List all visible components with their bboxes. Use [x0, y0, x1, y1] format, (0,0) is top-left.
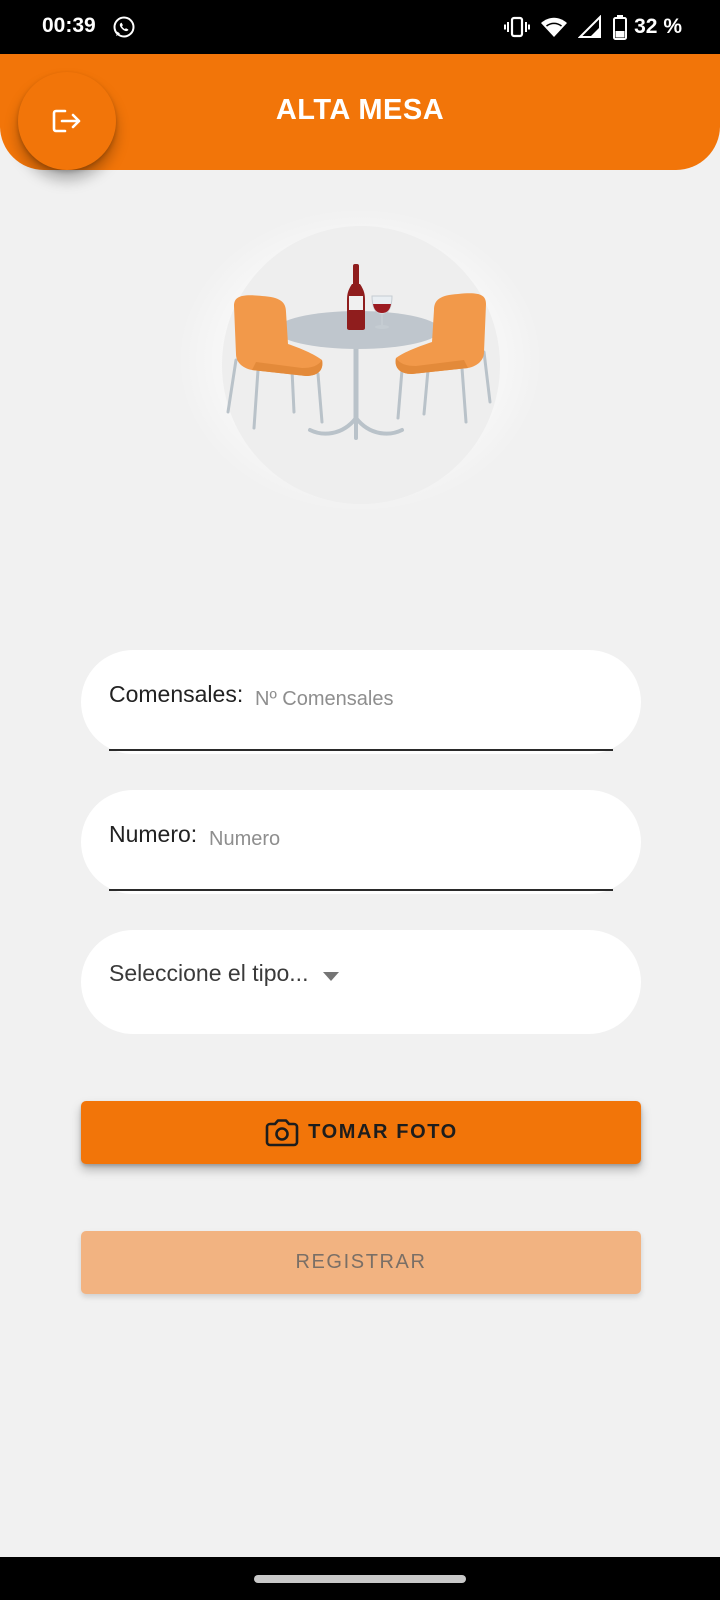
status-time: 00:39	[42, 14, 96, 37]
dropdown-arrow-icon	[323, 972, 339, 981]
signal-icon	[578, 15, 602, 38]
tipo-dropdown[interactable]: Seleccione el tipo...	[81, 930, 641, 1034]
logout-button[interactable]	[18, 72, 116, 170]
comensales-underline	[109, 749, 613, 751]
system-nav-bar	[0, 1557, 720, 1600]
take-photo-label: TOMAR FOTO	[308, 1121, 458, 1143]
comensales-field: Comensales:	[81, 650, 641, 754]
numero-input[interactable]	[209, 825, 589, 853]
vibrate-icon	[504, 16, 531, 38]
home-gesture-handle[interactable]	[254, 1575, 466, 1583]
wifi-icon	[541, 17, 568, 37]
battery-percent: 32 %	[634, 15, 682, 38]
register-button[interactable]: REGISTRAR	[81, 1231, 641, 1294]
whatsapp-icon	[113, 16, 135, 38]
numero-field: Numero:	[81, 790, 641, 894]
table-illustration	[226, 264, 492, 440]
status-bar: 00:39 32 %	[0, 0, 720, 54]
comensales-input[interactable]	[255, 685, 595, 713]
take-photo-button[interactable]: TOMAR FOTO	[81, 1101, 641, 1164]
status-icons: 32 %	[504, 14, 682, 40]
numero-label: Numero:	[109, 821, 198, 847]
numero-underline	[109, 889, 613, 891]
camera-icon	[265, 1118, 299, 1146]
tipo-selected-value: Seleccione el tipo...	[109, 960, 309, 986]
comensales-label: Comensales:	[109, 681, 244, 707]
register-label: REGISTRAR	[295, 1251, 427, 1273]
logout-icon	[52, 109, 81, 133]
battery-icon	[613, 15, 628, 40]
